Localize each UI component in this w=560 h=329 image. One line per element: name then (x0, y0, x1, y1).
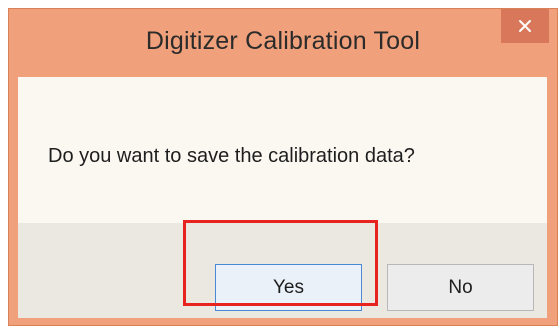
close-button[interactable] (501, 9, 549, 43)
message-area: Do you want to save the calibration data… (18, 77, 547, 223)
dialog-window: Digitizer Calibration Tool Do you want t… (8, 8, 558, 326)
no-button[interactable]: No (387, 264, 534, 311)
title-bar[interactable]: Digitizer Calibration Tool (9, 9, 557, 77)
dialog-title: Digitizer Calibration Tool (145, 27, 421, 55)
close-icon (518, 19, 532, 33)
dialog-message: Do you want to save the calibration data… (48, 145, 415, 167)
button-area: Yes No (18, 223, 547, 318)
dialog-body: Do you want to save the calibration data… (18, 77, 547, 318)
yes-button[interactable]: Yes (215, 264, 362, 311)
